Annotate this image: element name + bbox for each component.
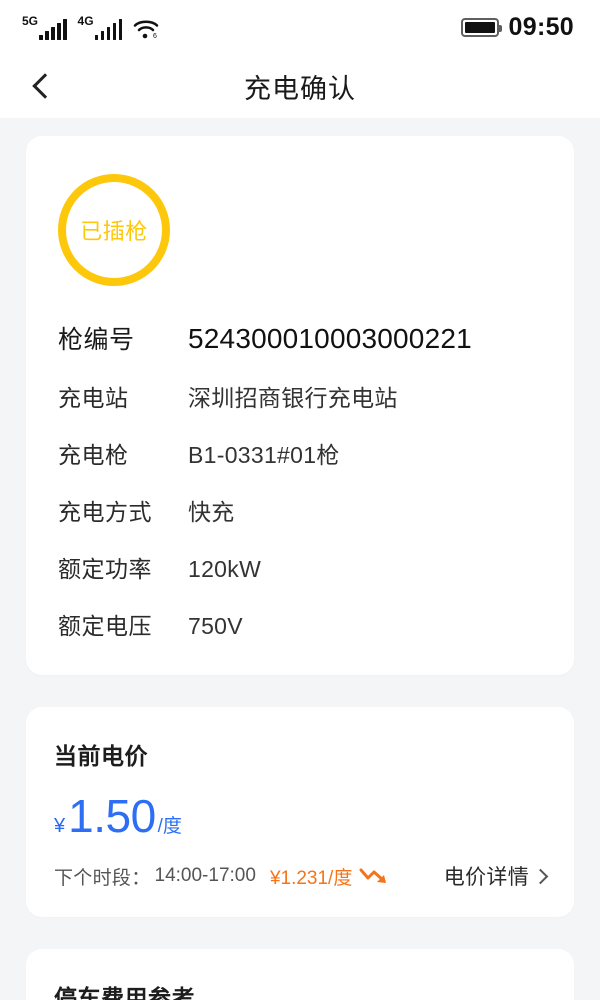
info-label: 充电方式 — [58, 493, 188, 527]
wifi-icon: 6 — [133, 18, 159, 40]
trend-down-icon — [359, 866, 393, 886]
phone-screen: 5G 4G 6 09:50 充电确认 — [0, 0, 600, 1000]
status-bar: 5G 4G 6 09:50 — [0, 0, 600, 54]
signal-4g-label: 4G — [78, 15, 94, 27]
charger-info-card: 已插枪 枪编号 524300010003000221 充电站 深圳招商银行充电站… — [26, 136, 574, 675]
info-row-charge-mode: 充电方式 快充 — [58, 493, 542, 527]
svg-text:6: 6 — [153, 33, 157, 40]
charger-info-list: 枪编号 524300010003000221 充电站 深圳招商银行充电站 充电枪… — [26, 320, 574, 641]
info-row-rated-power: 额定功率 120kW — [58, 550, 542, 584]
next-period-info: 下个时段： 14:00-17:00 ¥1.231/度 — [54, 863, 393, 890]
next-period-time: 14:00-17:00 — [155, 865, 256, 887]
price-detail-link[interactable]: 电价详情 — [444, 861, 546, 891]
current-price-card: 当前电价 ¥ 1.50 /度 下个时段： 14:00-17:00 ¥1.231/… — [26, 707, 574, 917]
info-value: 524300010003000221 — [188, 323, 472, 355]
info-label: 枪编号 — [58, 320, 188, 356]
page-content: 已插枪 枪编号 524300010003000221 充电站 深圳招商银行充电站… — [0, 118, 600, 1000]
signal-5g-icon: 5G — [22, 14, 67, 40]
price-number: 1.50 — [68, 793, 156, 839]
info-value: 120kW — [188, 556, 261, 583]
nav-bar: 充电确认 — [0, 54, 600, 118]
next-period-row: 下个时段： 14:00-17:00 ¥1.231/度 电价详情 — [54, 861, 546, 891]
parking-fee-card: 停车费用参考 P 充电限时免费停车2小时 — [26, 949, 574, 1000]
signal-5g-label: 5G — [22, 15, 38, 27]
price-unit: /度 — [158, 811, 182, 838]
chevron-left-icon — [32, 73, 57, 98]
info-value: B1-0331#01枪 — [188, 436, 340, 470]
info-row-station: 充电站 深圳招商银行充电站 — [58, 379, 542, 413]
info-label: 额定电压 — [58, 607, 188, 641]
info-label: 额定功率 — [58, 550, 188, 584]
status-bar-left: 5G 4G 6 — [22, 14, 159, 40]
status-bar-clock: 09:50 — [509, 15, 574, 40]
status-bar-right: 09:50 — [461, 15, 574, 40]
current-price-heading: 当前电价 — [54, 737, 546, 771]
next-period-price: ¥1.231/度 — [270, 863, 352, 890]
info-row-gun: 充电枪 B1-0331#01枪 — [58, 436, 542, 470]
info-value: 深圳招商银行充电站 — [188, 379, 398, 413]
parking-fee-heading: 停车费用参考 — [54, 979, 546, 1000]
gun-status-label: 已插枪 — [80, 214, 148, 246]
back-button[interactable] — [14, 54, 70, 118]
signal-4g-icon: 4G — [78, 14, 123, 40]
info-value: 750V — [188, 613, 243, 640]
price-detail-label: 电价详情 — [444, 861, 529, 891]
info-label: 充电枪 — [58, 436, 188, 470]
next-period-label: 下个时段： — [54, 863, 151, 890]
info-label: 充电站 — [58, 379, 188, 413]
signal-bars-2 — [95, 18, 123, 40]
gun-status-badge: 已插枪 — [58, 174, 170, 286]
battery-full-icon — [461, 18, 499, 37]
signal-bars-1 — [39, 18, 67, 40]
page-title: 充电确认 — [244, 67, 356, 106]
info-row-rated-voltage: 额定电压 750V — [58, 607, 542, 641]
info-row-gun-number: 枪编号 524300010003000221 — [58, 320, 542, 356]
currency-symbol: ¥ — [54, 815, 65, 838]
info-value: 快充 — [188, 493, 235, 527]
chevron-right-icon — [533, 868, 549, 884]
current-price-value: ¥ 1.50 /度 — [54, 793, 546, 839]
